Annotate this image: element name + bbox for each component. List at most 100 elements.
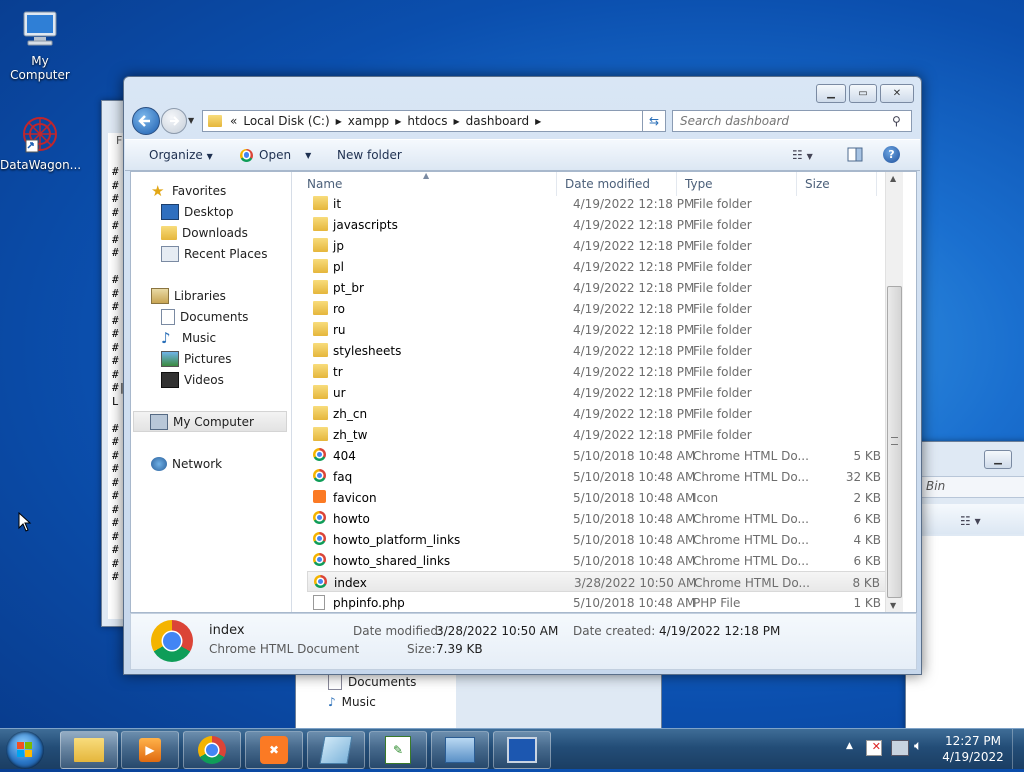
taskbar-explorer-button[interactable] bbox=[60, 731, 118, 769]
start-button[interactable] bbox=[6, 731, 44, 769]
background-window-bottom[interactable]: Documents ♪ Music bbox=[295, 672, 662, 729]
breadcrumb-dashboard[interactable]: dashboard bbox=[466, 114, 529, 128]
computer-icon bbox=[18, 8, 62, 52]
breadcrumb-arrow-icon[interactable]: ▶ bbox=[336, 117, 342, 126]
taskbar-editor-button[interactable]: ✎ bbox=[369, 731, 427, 769]
nav-recent-places[interactable]: Recent Places bbox=[161, 243, 319, 264]
file-row-404[interactable]: 404 5/10/2018 10:48 AM Chrome HTML Do... 5 … bbox=[307, 445, 887, 466]
file-icon bbox=[313, 595, 325, 610]
organize-button[interactable]: Organize ▼ bbox=[149, 148, 213, 162]
file-row-pt-br[interactable]: pt_br 4/19/2022 12:18 PM File folder bbox=[307, 277, 887, 298]
bg-minimize-button[interactable]: ▁ bbox=[984, 450, 1012, 469]
desktop-icon-my-computer[interactable]: My Computer bbox=[0, 8, 80, 82]
file-row-tr[interactable]: tr 4/19/2022 12:18 PM File folder bbox=[307, 361, 887, 382]
file-row-favicon[interactable]: favicon 5/10/2018 10:48 AM Icon 2 KB bbox=[307, 487, 887, 508]
nav-downloads[interactable]: Downloads bbox=[161, 222, 319, 243]
breadcrumb-local-disk[interactable]: Local Disk (C:) bbox=[243, 114, 329, 128]
breadcrumb-arrow-icon[interactable]: ▶ bbox=[453, 117, 459, 126]
file-row-pl[interactable]: pl 4/19/2022 12:18 PM File folder bbox=[307, 256, 887, 277]
nav-my-computer[interactable]: My Computer bbox=[133, 411, 287, 432]
bg-nav-item-music[interactable]: ♪ Music bbox=[328, 695, 376, 709]
file-row-javascripts[interactable]: javascripts 4/19/2022 12:18 PM File folder bbox=[307, 214, 887, 235]
search-icon[interactable]: ⚲ bbox=[892, 114, 901, 128]
vertical-scrollbar[interactable]: ▲ ▼ bbox=[885, 172, 903, 612]
taskbar-media-player-button[interactable]: ▶ bbox=[121, 731, 179, 769]
file-row-zh-tw[interactable]: zh_tw 4/19/2022 12:18 PM File folder bbox=[307, 424, 887, 445]
breadcrumb-arrow-icon[interactable]: ▶ bbox=[395, 117, 401, 126]
pictures-icon bbox=[161, 350, 179, 367]
file-row-ro[interactable]: ro 4/19/2022 12:18 PM File folder bbox=[307, 298, 887, 319]
preview-pane-button[interactable] bbox=[847, 147, 863, 165]
show-hidden-icons-button[interactable]: ▲ bbox=[846, 741, 853, 751]
file-row-ur[interactable]: ur 4/19/2022 12:18 PM File folder bbox=[307, 382, 887, 403]
scrollbar-thumb[interactable] bbox=[887, 286, 902, 598]
file-date: 4/19/2022 12:18 PM bbox=[573, 281, 695, 295]
refresh-button[interactable]: ⇆ bbox=[642, 110, 666, 132]
file-row-howto[interactable]: howto 5/10/2018 10:48 AM Chrome HTML Do...… bbox=[307, 508, 887, 529]
forward-button[interactable] bbox=[161, 108, 187, 134]
file-date: 4/19/2022 12:18 PM bbox=[573, 344, 695, 358]
navigation-pane[interactable]: ★ Favorites Desktop Downloads Recent Plac… bbox=[131, 172, 292, 612]
nav-documents[interactable]: Documents bbox=[161, 306, 319, 327]
help-button[interactable]: ? bbox=[883, 146, 900, 163]
search-input[interactable] bbox=[673, 113, 892, 129]
file-type: File folder bbox=[693, 302, 752, 316]
minimize-button[interactable]: ▁ bbox=[816, 84, 846, 103]
scroll-up-arrow-icon[interactable]: ▲ bbox=[890, 174, 896, 183]
file-row-index[interactable]: index 3/28/2022 10:50 AM Chrome HTML Do...… bbox=[307, 571, 887, 592]
network-status-icon[interactable] bbox=[891, 740, 909, 756]
breadcrumb-htdocs[interactable]: htdocs bbox=[407, 114, 447, 128]
clock-date[interactable]: 4/19/2022 bbox=[940, 750, 1006, 764]
file-row-zh-cn[interactable]: zh_cn 4/19/2022 12:18 PM File folder bbox=[307, 403, 887, 424]
breadcrumb-xampp[interactable]: xampp bbox=[348, 114, 389, 128]
nav-videos[interactable]: Videos bbox=[161, 369, 319, 390]
view-options-icon[interactable]: ☷ ▾ bbox=[960, 514, 981, 528]
maximize-button[interactable]: ▭ bbox=[849, 84, 877, 103]
file-row-it[interactable]: it 4/19/2022 12:18 PM File folder bbox=[307, 193, 887, 214]
file-row-jp[interactable]: jp 4/19/2022 12:18 PM File folder bbox=[307, 235, 887, 256]
address-bar[interactable]: « Local Disk (C:) ▶ xampp ▶ htdocs ▶ dashbo… bbox=[202, 110, 660, 132]
desktop-icon-datawagon[interactable]: DataWagon... bbox=[0, 112, 81, 172]
clock-time[interactable]: 12:27 PM bbox=[940, 734, 1006, 748]
taskbar-chrome-button[interactable] bbox=[183, 731, 241, 769]
nav-pictures[interactable]: Pictures bbox=[161, 348, 319, 369]
nav-libraries[interactable]: Libraries bbox=[151, 285, 309, 306]
search-box[interactable]: ⚲ bbox=[672, 110, 912, 132]
file-name: javascripts bbox=[333, 218, 398, 232]
background-window-right[interactable]: ▁ Bin ☷ ▾ bbox=[905, 441, 1024, 730]
open-button[interactable]: Open ▼ bbox=[240, 148, 311, 162]
bg-nav-item-documents[interactable]: Documents bbox=[328, 674, 416, 690]
back-button[interactable] bbox=[132, 107, 160, 135]
explorer-icon bbox=[74, 738, 104, 762]
change-view-button[interactable]: ☷ ▼ bbox=[792, 148, 813, 162]
nav-favorites[interactable]: ★ Favorites bbox=[151, 180, 309, 201]
action-center-icon[interactable]: ✕ bbox=[866, 740, 882, 756]
file-row-phpinfo-php[interactable]: phpinfo.php 5/10/2018 10:48 AM PHP File 1 K… bbox=[307, 592, 887, 613]
explorer-window[interactable]: ▁ ▭ ✕ ▼ « Local Disk (C:) ▶ xampp ▶ htdocs… bbox=[123, 76, 922, 675]
close-button[interactable]: ✕ bbox=[880, 84, 914, 103]
file-row-howto-shared-links[interactable]: howto_shared_links 5/10/2018 10:48 AM Chro… bbox=[307, 550, 887, 571]
nav-music[interactable]: ♪ Music bbox=[161, 327, 319, 348]
show-desktop-button[interactable] bbox=[1012, 729, 1024, 769]
new-folder-button[interactable]: New folder bbox=[337, 148, 402, 162]
taskbar-xampp-button[interactable]: ✖ bbox=[245, 731, 303, 769]
nav-network[interactable]: Network bbox=[151, 453, 309, 474]
scroll-down-arrow-icon[interactable]: ▼ bbox=[890, 601, 896, 610]
file-row-ru[interactable]: ru 4/19/2022 12:18 PM File folder bbox=[307, 319, 887, 340]
taskbar-notepad-button[interactable] bbox=[307, 731, 365, 769]
nav-desktop[interactable]: Desktop bbox=[161, 201, 319, 222]
file-name: zh_cn bbox=[333, 407, 368, 421]
folder-icon bbox=[313, 385, 328, 399]
volume-icon[interactable]: 🔈︎ bbox=[914, 738, 922, 754]
file-type: File folder bbox=[693, 218, 752, 232]
file-row-stylesheets[interactable]: stylesheets 4/19/2022 12:18 PM File folder bbox=[307, 340, 887, 361]
taskbar-remote-desktop-button[interactable] bbox=[493, 731, 551, 769]
recent-pages-dropdown[interactable]: ▼ bbox=[188, 116, 194, 125]
breadcrumb-arrow-icon[interactable]: ▶ bbox=[535, 117, 541, 126]
address-overflow[interactable]: « bbox=[230, 114, 237, 128]
file-list[interactable]: Name ▲ Date modified Type Size it 4/19/20… bbox=[299, 171, 903, 613]
file-row-howto-platform-links[interactable]: howto_platform_links 5/10/2018 10:48 AM Ch… bbox=[307, 529, 887, 550]
taskbar-network-app-button[interactable] bbox=[431, 731, 489, 769]
libraries-icon bbox=[151, 287, 169, 304]
file-row-faq[interactable]: faq 5/10/2018 10:48 AM Chrome HTML Do... 32… bbox=[307, 466, 887, 487]
